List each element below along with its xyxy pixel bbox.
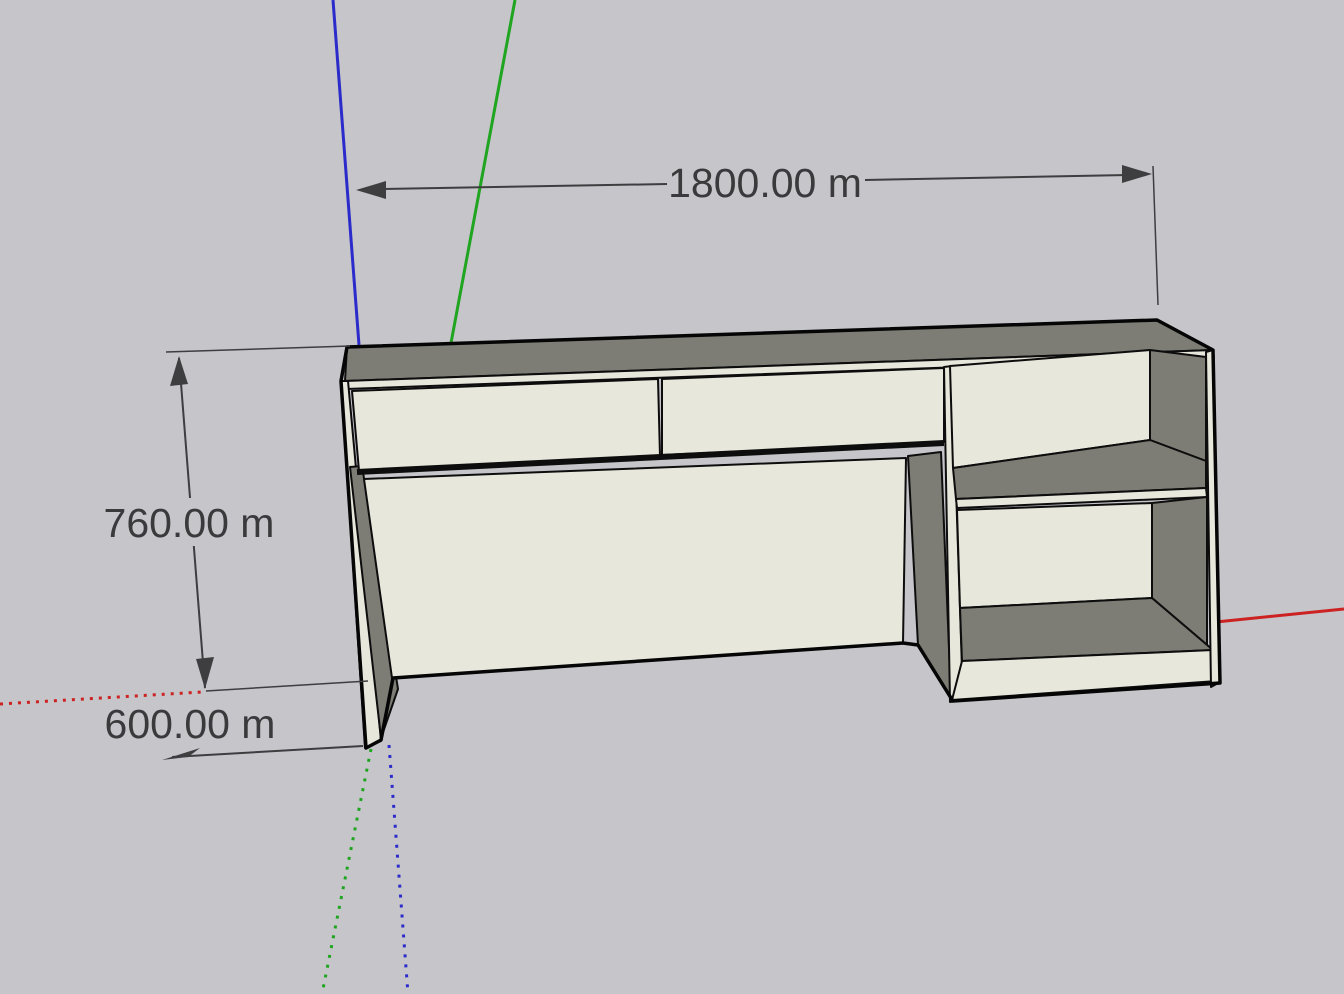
height-dim-arrow-bottom <box>196 657 214 689</box>
dimension-depth: 600.00 m <box>105 701 363 760</box>
red-axis-line <box>1216 609 1344 622</box>
depth-dim-arrow-left <box>162 748 200 760</box>
height-dim-extension-top <box>166 346 350 352</box>
width-dim-arrow-left <box>356 181 386 199</box>
blue-axis-dotted <box>389 745 408 994</box>
dimension-height: 760.00 m <box>104 346 368 691</box>
green-axis-line <box>451 0 515 343</box>
height-dim-extension-bottom <box>206 681 368 691</box>
model-canvas[interactable]: 1800.00 m 760.00 m 600.00 m <box>0 0 1344 994</box>
width-dim-extension-right <box>1153 166 1158 305</box>
width-dim-arrow-right <box>1122 165 1152 183</box>
green-axis-dotted <box>322 749 371 994</box>
height-dim-arrow-top <box>170 356 188 386</box>
model-viewport[interactable]: 1800.00 m 760.00 m 600.00 m <box>0 0 1344 994</box>
width-dim-line-right <box>865 175 1128 180</box>
height-dim-label[interactable]: 760.00 m <box>104 500 275 546</box>
depth-dim-line <box>172 746 363 757</box>
width-dim-line-left <box>383 184 667 189</box>
desk-model <box>341 320 1220 748</box>
cubby-bottom-back-panel[interactable] <box>957 503 1152 608</box>
dimension-width: 1800.00 m <box>356 160 1158 305</box>
blue-axis-line <box>333 0 359 345</box>
depth-dim-label[interactable]: 600.00 m <box>105 701 276 747</box>
width-dim-label[interactable]: 1800.00 m <box>668 160 862 206</box>
drawer-right-front[interactable] <box>662 368 944 455</box>
knee-hole-back-panel[interactable] <box>364 458 906 678</box>
